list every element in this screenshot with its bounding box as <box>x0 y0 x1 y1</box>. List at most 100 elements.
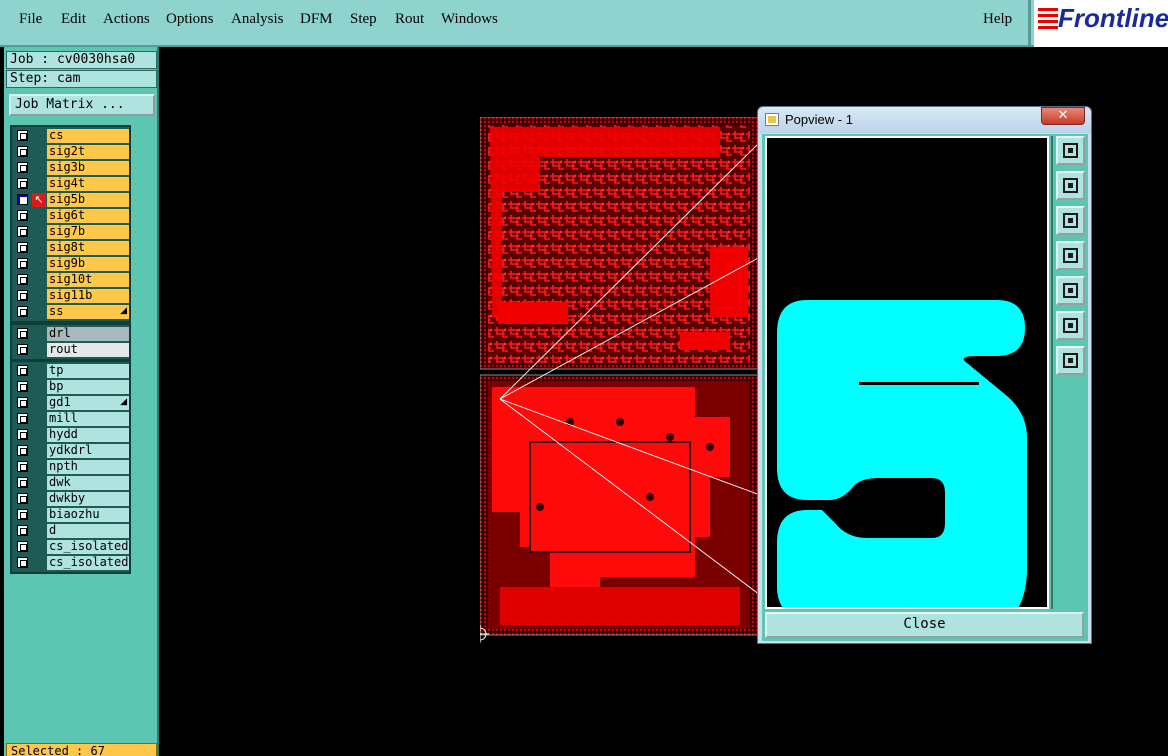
layer-name[interactable]: sig3b <box>47 161 129 175</box>
layer-name[interactable]: mill <box>47 412 129 426</box>
layer-row-sig10t[interactable]: sig10t <box>12 272 129 288</box>
menu-file[interactable]: File <box>19 11 42 28</box>
layer-name[interactable]: ss ◢ <box>47 305 129 319</box>
pan-down-button[interactable] <box>1056 206 1085 235</box>
menu-edit[interactable]: Edit <box>61 11 86 28</box>
layer-name[interactable]: ydkdrl <box>47 444 129 458</box>
layer-name[interactable]: sig9b <box>47 257 129 271</box>
layer-checkbox[interactable] <box>17 461 28 472</box>
menu-help[interactable]: Help <box>983 11 1012 28</box>
layer-checkbox[interactable] <box>17 541 28 552</box>
layer-row-dwk[interactable]: dwk <box>12 475 129 491</box>
layer-checkbox[interactable] <box>17 306 28 317</box>
zoom-center-button[interactable] <box>1056 346 1085 375</box>
layer-checkbox[interactable] <box>17 445 28 456</box>
layer-name[interactable]: sig10t <box>47 273 129 287</box>
layer-row-bp[interactable]: bp <box>12 379 129 395</box>
layer-row-mill[interactable]: mill <box>12 411 129 427</box>
layer-row-sig8t[interactable]: sig8t <box>12 240 129 256</box>
menu-analysis[interactable]: Analysis <box>231 11 284 28</box>
layer-checkbox[interactable] <box>17 258 28 269</box>
pan-right-button[interactable] <box>1056 276 1085 305</box>
layer-name[interactable]: cs <box>47 129 129 143</box>
layer-row-npth[interactable]: npth <box>12 459 129 475</box>
layer-name[interactable]: bp <box>47 380 129 394</box>
layer-name[interactable]: sig5b <box>47 193 129 207</box>
layer-checkbox[interactable] <box>17 178 28 189</box>
layer-checkbox[interactable] <box>17 397 28 408</box>
layer-row-sig3b[interactable]: sig3b <box>12 160 129 176</box>
layer-name[interactable]: drl <box>47 327 129 341</box>
layer-checkbox[interactable] <box>17 274 28 285</box>
layer-name[interactable]: gd1 ◢ <box>47 396 129 410</box>
job-matrix-button[interactable]: Job Matrix ... <box>9 94 155 116</box>
layer-checkbox[interactable] <box>17 413 28 424</box>
layer-name[interactable]: sig7b <box>47 225 129 239</box>
layer-name[interactable]: d <box>47 524 129 538</box>
layer-checkbox[interactable] <box>17 429 28 440</box>
menu-step[interactable]: Step <box>350 11 377 28</box>
layer-name[interactable]: sig2t <box>47 145 129 159</box>
layer-checkbox[interactable] <box>17 210 28 221</box>
layer-row-sig4t[interactable]: sig4t <box>12 176 129 192</box>
layer-row-rout[interactable]: rout <box>12 342 129 358</box>
layer-row-cs-isolated[interactable]: cs_isolated <box>12 555 129 571</box>
window-close-icon[interactable]: ✕ <box>1041 107 1085 125</box>
popview-close-button[interactable]: Close <box>765 612 1084 638</box>
layer-checkbox[interactable] <box>17 525 28 536</box>
layer-checkbox[interactable] <box>17 242 28 253</box>
layer-row-dwkby[interactable]: dwkby <box>12 491 129 507</box>
layer-row-sig5b[interactable]: ↖ sig5b <box>12 192 129 208</box>
layer-name[interactable]: tp <box>47 364 129 378</box>
menu-windows[interactable]: Windows <box>441 11 498 28</box>
layer-row-hydd[interactable]: hydd <box>12 427 129 443</box>
pan-left-button[interactable] <box>1056 241 1085 270</box>
menu-rout[interactable]: Rout <box>395 11 424 28</box>
layer-row-cs-isolated[interactable]: cs_isolated <box>12 539 129 555</box>
popview-titlebar[interactable]: Popview - 1 ✕ <box>758 107 1091 133</box>
layer-checkbox[interactable] <box>17 130 28 141</box>
layer-row-d[interactable]: d <box>12 523 129 539</box>
layer-name[interactable]: sig6t <box>47 209 129 223</box>
layer-name[interactable]: biaozhu <box>47 508 129 522</box>
layer-row-biaozhu[interactable]: biaozhu <box>12 507 129 523</box>
layer-checkbox[interactable] <box>17 146 28 157</box>
layer-row-sig7b[interactable]: sig7b <box>12 224 129 240</box>
layer-name[interactable]: dwk <box>47 476 129 490</box>
layer-name[interactable]: npth <box>47 460 129 474</box>
layer-checkbox[interactable] <box>17 381 28 392</box>
layer-row-sig11b[interactable]: sig11b <box>12 288 129 304</box>
layer-checkbox[interactable] <box>17 509 28 520</box>
layer-checkbox[interactable] <box>17 290 28 301</box>
layer-checkbox[interactable] <box>17 226 28 237</box>
layer-name[interactable]: sig11b <box>47 289 129 303</box>
layer-row-gd1[interactable]: gd1 ◢ <box>12 395 129 411</box>
layer-name[interactable]: hydd <box>47 428 129 442</box>
layer-name[interactable]: sig8t <box>47 241 129 255</box>
layer-name[interactable]: rout <box>47 343 129 357</box>
popview-graphic[interactable] <box>765 136 1049 609</box>
zoom-in-button[interactable] <box>1056 136 1085 165</box>
menu-actions[interactable]: Actions <box>103 11 150 28</box>
menu-options[interactable]: Options <box>166 11 214 28</box>
layer-name[interactable]: cs_isolated <box>47 556 129 570</box>
layer-checkbox[interactable] <box>17 194 28 205</box>
layer-row-cs[interactable]: cs <box>12 128 129 144</box>
menu-dfm[interactable]: DFM <box>300 11 333 28</box>
zoom-fit-button[interactable] <box>1056 311 1085 340</box>
layer-row-sig6t[interactable]: sig6t <box>12 208 129 224</box>
layer-checkbox[interactable] <box>17 365 28 376</box>
layer-row-drl[interactable]: drl <box>12 326 129 342</box>
layer-checkbox[interactable] <box>17 477 28 488</box>
layer-checkbox[interactable] <box>17 493 28 504</box>
pcb-board-view[interactable] <box>480 117 760 647</box>
layer-name[interactable]: cs_isolated <box>47 540 129 554</box>
layer-checkbox[interactable] <box>17 344 28 355</box>
layer-name[interactable]: sig4t <box>47 177 129 191</box>
layer-row-tp[interactable]: tp <box>12 363 129 379</box>
layer-row-sig9b[interactable]: sig9b <box>12 256 129 272</box>
layer-row-sig2t[interactable]: sig2t <box>12 144 129 160</box>
layer-name[interactable]: dwkby <box>47 492 129 506</box>
pan-up-button[interactable] <box>1056 171 1085 200</box>
layer-checkbox[interactable] <box>17 162 28 173</box>
